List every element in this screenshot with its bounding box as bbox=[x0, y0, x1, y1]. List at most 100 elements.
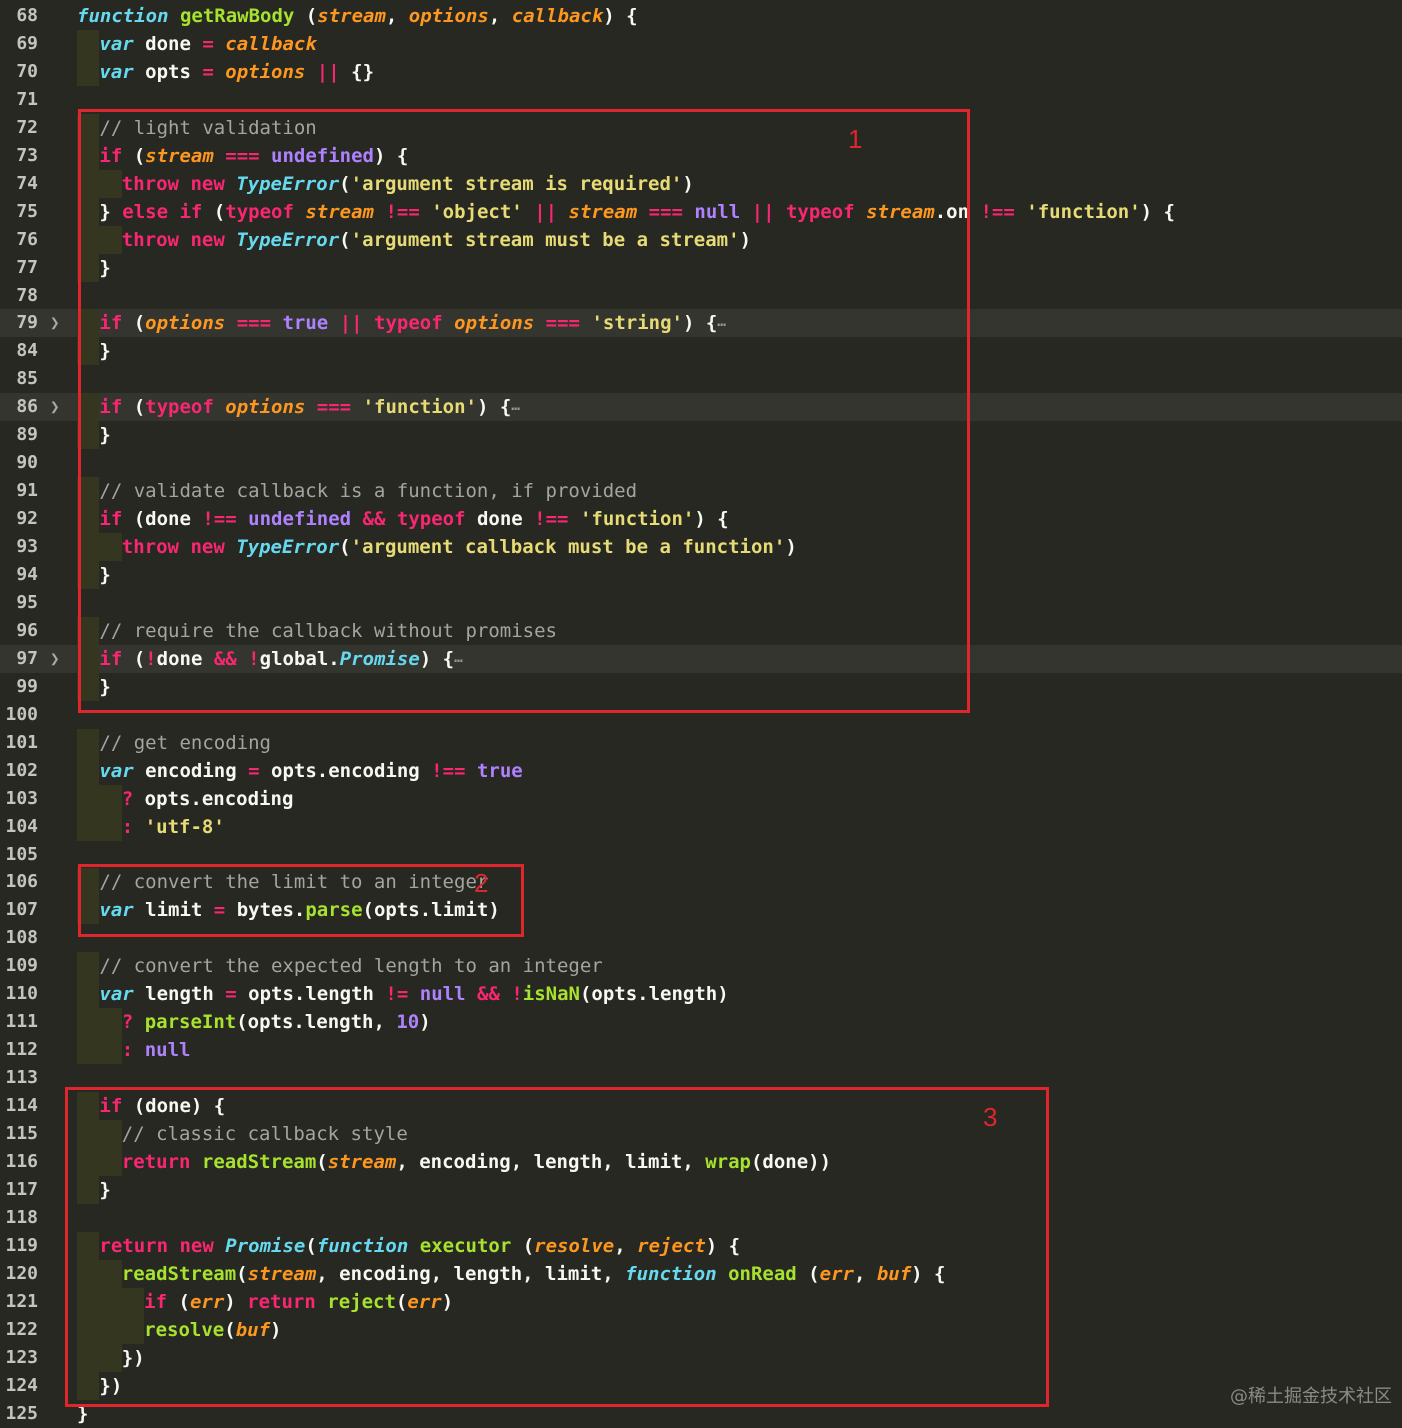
line-number: 102 bbox=[5, 759, 38, 781]
indent-guide bbox=[99, 1008, 122, 1037]
code-text: var opts = options || {} bbox=[77, 57, 375, 86]
line-number: 95 bbox=[16, 591, 38, 613]
line-number: 100 bbox=[5, 703, 38, 725]
code-token: || bbox=[316, 60, 340, 83]
code-token: // get encoding bbox=[99, 731, 271, 754]
code-line[interactable]: 109 // convert the expected length to an … bbox=[0, 952, 1402, 981]
line-number: 107 bbox=[5, 899, 38, 921]
highlight-label-3: 3 bbox=[983, 1102, 998, 1132]
line-number: 79 bbox=[16, 312, 38, 334]
code-text: function getRawBody (stream, options, ca… bbox=[77, 2, 638, 30]
line-number: 97 bbox=[16, 647, 38, 669]
line-number: 124 bbox=[5, 1374, 38, 1396]
line-number: 111 bbox=[5, 1011, 38, 1033]
indent-guide bbox=[99, 1036, 122, 1065]
line-number: 116 bbox=[5, 1150, 38, 1172]
code-token: var bbox=[99, 759, 134, 782]
code-token: parseInt bbox=[144, 1011, 237, 1034]
code-line[interactable]: 103? opts.encoding bbox=[0, 784, 1402, 813]
indent-guide bbox=[77, 784, 100, 813]
line-number: 92 bbox=[16, 508, 38, 530]
line-number: 99 bbox=[16, 675, 38, 697]
code-token: callback bbox=[511, 5, 604, 27]
code-text: // get encoding bbox=[77, 728, 271, 757]
code-text: // convert the expected length to an int… bbox=[77, 952, 603, 981]
code-token: ? bbox=[121, 1011, 134, 1034]
code-token: 'function' bbox=[1026, 200, 1141, 223]
code-token: callback bbox=[225, 32, 317, 55]
code-line[interactable]: 112: null bbox=[0, 1036, 1402, 1065]
code-line[interactable]: 102 var encoding = opts.encoding !== true bbox=[0, 756, 1402, 785]
code-token: (opts.length) bbox=[579, 983, 729, 1006]
code-token: stream bbox=[317, 5, 386, 27]
code-token: ( bbox=[294, 5, 318, 27]
code-token: ) bbox=[419, 1011, 431, 1034]
code-token: ) { bbox=[1140, 200, 1175, 223]
line-number: 112 bbox=[5, 1039, 38, 1061]
line-number: 120 bbox=[5, 1262, 38, 1284]
code-text: var done = callback bbox=[77, 29, 317, 58]
code-line[interactable]: 70 var opts = options || {} bbox=[0, 57, 1402, 86]
code-token: , bbox=[488, 5, 512, 27]
code-token: != bbox=[385, 983, 409, 1006]
indent-guide bbox=[77, 952, 100, 981]
code-token: : bbox=[121, 1039, 134, 1062]
code-line[interactable]: 68 function getRawBody (stream, options, … bbox=[0, 2, 1402, 30]
code-line[interactable]: 101 // get encoding bbox=[0, 728, 1402, 757]
code-token: !== bbox=[431, 759, 466, 782]
indent-guide bbox=[99, 812, 122, 841]
line-number: 77 bbox=[16, 256, 38, 278]
code-token: var bbox=[99, 32, 134, 55]
code-token: = bbox=[225, 983, 237, 1006]
line-number: 84 bbox=[16, 340, 38, 362]
code-line[interactable]: 69 var done = callback bbox=[0, 29, 1402, 58]
code-text: : 'utf-8' bbox=[77, 812, 225, 841]
code-token: function bbox=[77, 5, 169, 27]
line-number: 106 bbox=[5, 871, 38, 893]
indent-guide bbox=[77, 29, 100, 58]
code-token: = bbox=[248, 759, 260, 782]
fold-chevron-icon[interactable]: ❯ bbox=[50, 309, 60, 337]
highlight-box-3 bbox=[65, 1087, 1049, 1407]
code-token: true bbox=[476, 759, 523, 782]
line-number: 114 bbox=[5, 1095, 38, 1117]
line-number: 121 bbox=[5, 1290, 38, 1312]
code-token: 10 bbox=[396, 1011, 420, 1034]
code-token: ? bbox=[121, 787, 134, 810]
code-line[interactable]: 111? parseInt(opts.length, 10) bbox=[0, 1008, 1402, 1037]
code-token: options bbox=[408, 5, 489, 27]
code-text: var encoding = opts.encoding !== true bbox=[77, 756, 523, 785]
line-number: 72 bbox=[16, 116, 38, 138]
line-number: 70 bbox=[16, 60, 38, 82]
code-token: var bbox=[99, 983, 134, 1006]
code-line[interactable]: 110 var length = opts.length != null && !… bbox=[0, 980, 1402, 1009]
code-token: encoding bbox=[133, 759, 249, 782]
line-number: 74 bbox=[16, 172, 38, 194]
code-token: null bbox=[144, 1039, 191, 1062]
code-token: , bbox=[385, 5, 409, 27]
line-number: 123 bbox=[5, 1346, 38, 1368]
code-token: // convert the expected length to an int… bbox=[99, 955, 603, 978]
code-token: options bbox=[225, 60, 306, 83]
code-line[interactable]: 104: 'utf-8' bbox=[0, 812, 1402, 841]
fold-chevron-icon[interactable]: ❯ bbox=[50, 393, 60, 421]
code-token: {} bbox=[339, 60, 375, 83]
indent-guide bbox=[77, 812, 100, 841]
line-number: 73 bbox=[16, 144, 38, 166]
code-token: && bbox=[476, 983, 500, 1006]
highlight-box-1 bbox=[78, 109, 970, 713]
code-token: null bbox=[419, 983, 466, 1006]
indent-guide bbox=[99, 784, 122, 813]
indent-guide bbox=[77, 728, 100, 757]
code-text: var length = opts.length != null && !isN… bbox=[77, 980, 729, 1009]
fold-chevron-icon[interactable]: ❯ bbox=[50, 645, 60, 673]
line-number: 75 bbox=[16, 200, 38, 222]
